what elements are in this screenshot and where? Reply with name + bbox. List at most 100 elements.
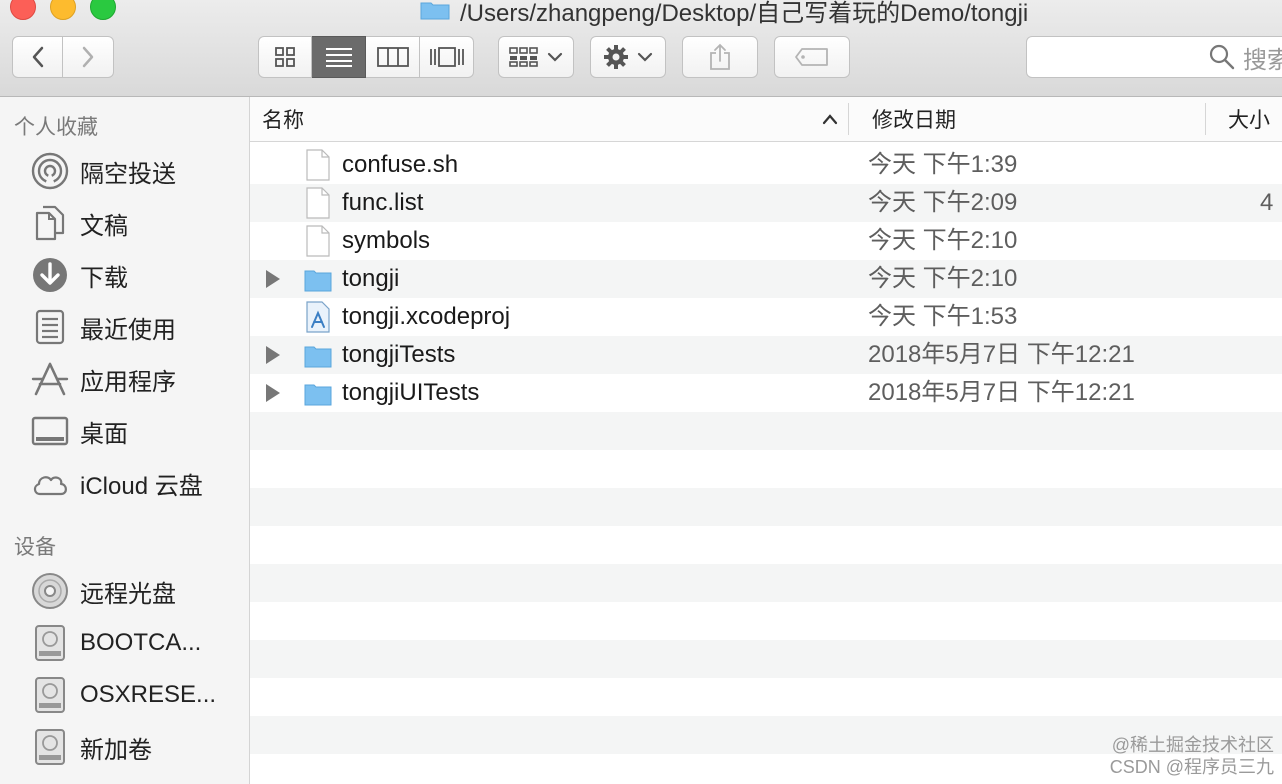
sidebar-item-recents[interactable]: 最近使用 [30,307,240,347]
list-view-button[interactable] [312,36,366,78]
folder-icon [420,2,450,20]
column-view-button[interactable] [366,36,420,78]
arrange-grid-icon [509,47,538,67]
empty-row [250,640,1282,678]
airdrop-icon [31,152,69,190]
devices-heading: 设备 [14,536,56,559]
document-file-icon [306,149,330,181]
hard-drive-icon [35,729,65,765]
sidebar-item-label: 应用程序 [80,368,176,396]
sidebar-item-documents[interactable]: 文稿 [30,203,240,243]
favorites-heading: 个人收藏 [14,116,98,139]
sidebar-item-bootcamp[interactable]: BOOTCA... [30,623,240,663]
sidebar-item-label: 文稿 [80,212,128,240]
file-name: func.list [342,189,424,216]
documents-icon [35,205,65,241]
column-divider[interactable] [848,103,849,135]
window-path: /Users/zhangpeng/Desktop/自己写着玩的Demo/tong… [460,0,1029,27]
chevron-left-icon [32,46,43,68]
disclosure-triangle-icon[interactable] [266,384,280,402]
sidebar-item-applications[interactable]: 应用程序 [30,359,240,399]
columns-icon [376,47,409,67]
file-list: 名称 修改日期 大小 confuse.sh 今天 下午1:39 func.list 今… [250,97,1282,784]
close-window-button[interactable] [10,0,36,20]
table-row[interactable]: tongji 今天 下午2:10 [250,260,1282,298]
empty-row [250,526,1282,564]
watermark-line: @稀土掘金技术社区 [1111,735,1274,755]
sidebar-item-new-volume[interactable]: 新加卷 [30,727,240,767]
empty-row [250,412,1282,450]
zoom-window-button[interactable] [90,0,116,20]
sidebar-item-label: OSXRESE... [80,681,217,708]
file-date: 2018年5月7日 下午12:21 [868,341,1135,368]
file-date: 今天 下午2:10 [868,227,1018,254]
sidebar-item-desktop[interactable]: 桌面 [30,411,240,451]
empty-row [250,450,1282,488]
navigation-buttons [12,36,114,78]
sidebar-item-airdrop[interactable]: 隔空投送 [30,151,240,191]
desktop-icon [31,416,69,446]
column-divider[interactable] [1205,103,1206,135]
empty-row [250,678,1282,716]
arrange-button[interactable] [498,36,574,78]
forward-button[interactable] [63,36,114,78]
tags-button[interactable] [774,36,850,78]
folder-icon [304,346,332,368]
view-mode-control [258,36,474,78]
chevron-right-icon [82,46,94,68]
column-name-label: 名称 [262,109,304,132]
recents-icon [35,309,65,345]
sidebar-item-label: 隔空投送 [80,160,176,188]
sidebar-item-icloud-drive[interactable]: iCloud 云盘 [30,463,240,503]
sidebar-item-label: 最近使用 [80,316,176,344]
sidebar: 个人收藏 隔空投送 文稿 下载 最近使用 应用程序 桌面 iCloud 云盘 设… [0,97,250,784]
share-button[interactable] [682,36,758,78]
sidebar-item-label: BOOTCA... [80,629,202,656]
file-name: tongji [342,265,400,292]
sidebar-item-label: 下载 [80,264,128,292]
back-button[interactable] [12,36,63,78]
window-title: /Users/zhangpeng/Desktop/自己写着玩的Demo/tong… [420,0,1028,27]
table-row[interactable]: tongji.xcodeproj 今天 下午1:53 [250,298,1282,336]
search-icon [1209,44,1235,70]
column-header-date[interactable]: 修改日期 [872,97,956,141]
applications-icon [31,362,69,396]
column-size-label: 大小 [1228,109,1270,132]
sidebar-item-downloads[interactable]: 下载 [30,255,240,295]
sidebar-item-label: 新加卷 [80,736,152,764]
cover-flow-view-button[interactable] [420,36,474,78]
sidebar-item-remote-disc[interactable]: 远程光盘 [30,571,240,611]
table-row[interactable]: tongjiUITests 2018年5月7日 下午12:21 [250,374,1282,412]
watermark: @稀土掘金技术社区 CSDN @程序员三九 [1110,734,1274,778]
file-date: 今天 下午2:09 [868,189,1018,216]
column-headers: 名称 修改日期 大小 [250,97,1282,142]
column-header-name[interactable]: 名称 [262,97,838,141]
chevron-down-icon [637,52,653,62]
file-name: confuse.sh [342,151,459,178]
table-row[interactable]: func.list 今天 下午2:09 4 [250,184,1282,222]
sidebar-item-osxreserved[interactable]: OSXRESE... [30,675,240,715]
disclosure-triangle-icon[interactable] [266,346,280,364]
list-icon [325,48,352,67]
column-date-label: 修改日期 [872,109,956,132]
table-row[interactable]: confuse.sh 今天 下午1:39 [250,146,1282,184]
file-name: tongjiTests [342,341,456,368]
hard-drive-icon [35,677,65,713]
table-row[interactable]: tongjiTests 2018年5月7日 下午12:21 [250,336,1282,374]
icon-view-button[interactable] [258,36,312,78]
folder-icon [304,270,332,292]
empty-row [250,602,1282,640]
disclosure-triangle-icon[interactable] [266,270,280,288]
sidebar-item-label: 远程光盘 [80,580,176,608]
minimize-window-button[interactable] [50,0,76,20]
cover-flow-icon [429,47,464,67]
search-field[interactable]: 搜索 [1026,36,1282,78]
icloud-icon [33,476,67,496]
sort-ascending-icon [822,114,838,125]
toolbar: /Users/zhangpeng/Desktop/自己写着玩的Demo/tong… [0,0,1282,97]
column-header-size[interactable]: 大小 [1228,97,1270,141]
chevron-down-icon [547,52,563,62]
table-row[interactable]: symbols 今天 下午2:10 [250,222,1282,260]
action-menu-button[interactable] [590,36,666,78]
file-date: 2018年5月7日 下午12:21 [868,379,1135,406]
